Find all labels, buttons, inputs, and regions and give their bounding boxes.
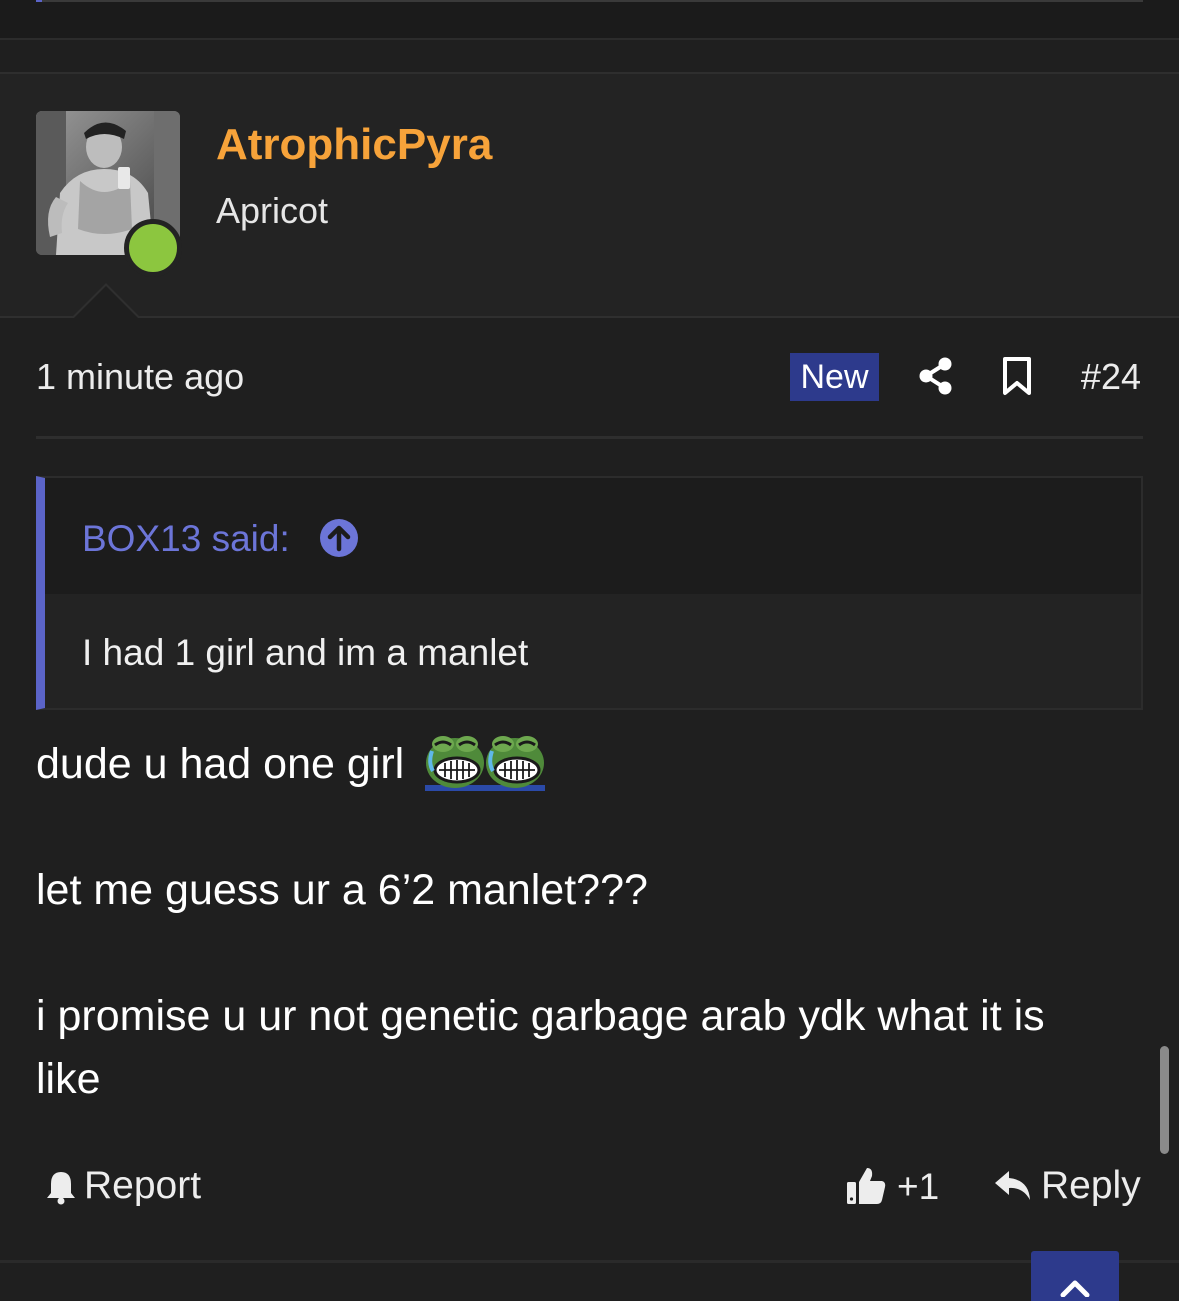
quote-jump-arrow-icon[interactable] xyxy=(319,518,359,558)
previous-post-edge xyxy=(0,0,1179,40)
previous-post-quote-accent xyxy=(36,0,42,2)
scroll-to-top-button[interactable] xyxy=(1031,1251,1119,1301)
new-badge: New xyxy=(790,353,879,401)
share-icon[interactable] xyxy=(918,356,954,396)
report-label: Report xyxy=(84,1164,202,1207)
divider xyxy=(0,1260,1179,1263)
quote-author[interactable]: BOX13 said: xyxy=(82,518,290,560)
message-line-3-wrap: like xyxy=(36,1055,101,1103)
message-line-2: let me guess ur a 6’2 manlet??? xyxy=(36,866,648,914)
emoji-laughing-frog-icon xyxy=(425,736,485,791)
like-count: +1 xyxy=(897,1166,940,1207)
reply-arrow-icon xyxy=(995,1171,1030,1200)
message-line-3: i promise u ur not genetic garbage arab … xyxy=(36,992,1045,1040)
user-title: Apricot xyxy=(216,190,329,231)
emoji-laughing-frog-icon xyxy=(485,736,545,791)
reply-label: Reply xyxy=(1041,1164,1141,1207)
previous-post-border xyxy=(36,0,1143,2)
username[interactable]: AtrophicPyra xyxy=(216,120,492,170)
thumbs-up-icon xyxy=(847,1168,886,1204)
divider xyxy=(0,38,1179,40)
post-user-header: AtrophicPyra Apricot xyxy=(0,74,1179,318)
quote-text: I had 1 girl and im a manlet xyxy=(82,632,529,673)
divider xyxy=(36,436,1143,439)
quote-block: BOX13 said: I had 1 girl and im a manlet xyxy=(36,476,1143,710)
message-line-1: dude u had one girl xyxy=(36,740,405,788)
quote-body: I had 1 girl and im a manlet xyxy=(45,594,1141,708)
bell-icon xyxy=(47,1172,75,1205)
post-number-link[interactable]: #24 xyxy=(1081,356,1141,398)
bookmark-icon[interactable] xyxy=(1002,356,1032,396)
post-timestamp[interactable]: 1 minute ago xyxy=(36,356,244,398)
chevron-up-icon xyxy=(1060,1280,1090,1297)
online-status-dot xyxy=(124,219,182,277)
user-header-pointer xyxy=(72,283,140,318)
scrollbar-thumb[interactable] xyxy=(1160,1046,1169,1154)
quote-header: BOX13 said: xyxy=(45,478,1141,594)
post-meta-bar: 1 minute ago New #24 xyxy=(36,350,1143,410)
